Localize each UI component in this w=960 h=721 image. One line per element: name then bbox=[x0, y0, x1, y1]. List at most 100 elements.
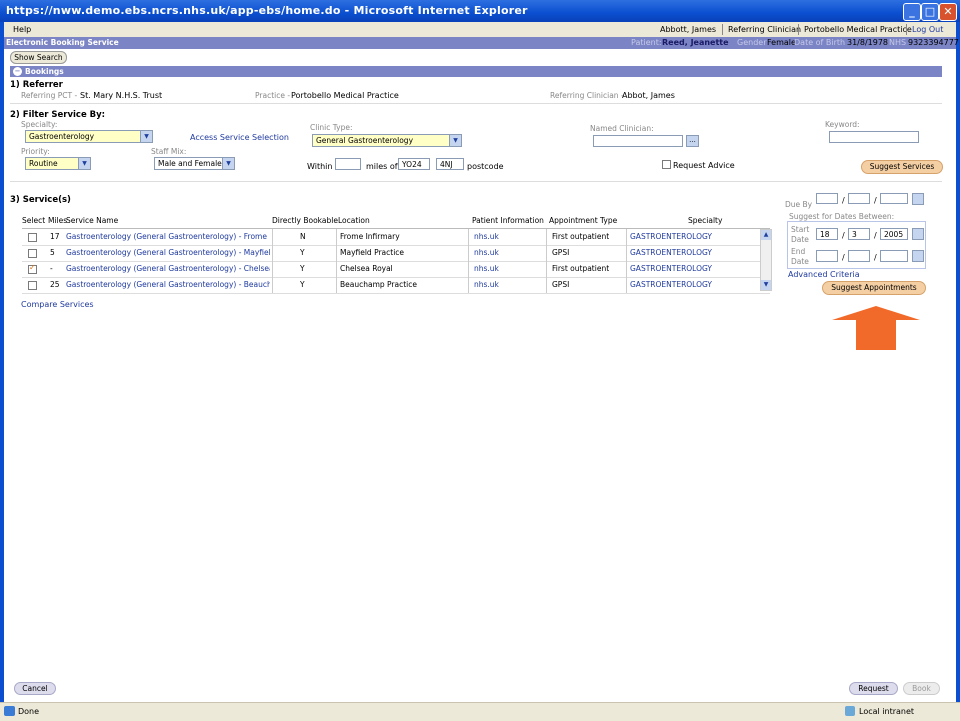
service-name-link[interactable]: Gastroenterology (General Gastroenterolo… bbox=[66, 248, 270, 257]
col-location: Location bbox=[338, 216, 370, 225]
service-name-link[interactable]: Gastroenterology (General Gastroenterolo… bbox=[66, 264, 270, 273]
compare-services-link[interactable]: Compare Services bbox=[21, 300, 94, 309]
column-divider bbox=[336, 277, 337, 293]
patient-bar: Electronic Booking Service Patient: Reed… bbox=[4, 37, 959, 49]
separator bbox=[906, 24, 907, 35]
suggest-services-button[interactable]: Suggest Services bbox=[861, 160, 943, 174]
start-year-input[interactable]: 2005 bbox=[880, 228, 908, 240]
separator bbox=[722, 24, 723, 35]
table-row[interactable]: 5 Gastroenterology (General Gastroenterol… bbox=[22, 245, 770, 262]
help-menu[interactable]: Help bbox=[13, 25, 31, 34]
minimize-button[interactable]: _ bbox=[903, 3, 921, 21]
suggest-appointments-button[interactable]: Suggest Appointments bbox=[822, 281, 926, 295]
gender-label: Gender bbox=[737, 38, 767, 47]
date-slash: / bbox=[874, 231, 877, 240]
end-label-2: Date bbox=[791, 257, 809, 266]
table-row[interactable]: - Gastroenterology (General Gastroenterol… bbox=[22, 261, 770, 278]
service-name-link[interactable]: Gastroenterology (General Gastroenterolo… bbox=[66, 232, 270, 241]
date-slash: / bbox=[874, 196, 877, 205]
staff-mix-select[interactable]: Male and Female ▼ bbox=[154, 157, 235, 170]
bookings-label: Bookings bbox=[25, 67, 64, 76]
scroll-down-icon[interactable]: ▼ bbox=[761, 280, 771, 290]
keyword-label: Keyword: bbox=[825, 120, 860, 129]
table-row[interactable]: 17 Gastroenterology (General Gastroentero… bbox=[22, 229, 770, 246]
due-year-input[interactable] bbox=[880, 193, 908, 204]
specialty-label: Specialty: bbox=[21, 120, 58, 129]
clinic-type-select[interactable]: General Gastroenterology ▼ bbox=[312, 134, 462, 147]
appointment-type-cell: GPSI bbox=[552, 280, 570, 289]
show-search-button[interactable]: Show Search bbox=[10, 51, 67, 64]
clinician-label: Referring Clinician - bbox=[550, 91, 624, 100]
select-checkbox[interactable] bbox=[28, 281, 37, 290]
window-frame-left bbox=[0, 22, 4, 702]
miles-input[interactable] bbox=[335, 158, 361, 170]
postcode-label: postcode bbox=[467, 162, 504, 171]
end-day-input[interactable] bbox=[816, 250, 838, 262]
postcode-part2-input[interactable]: 4NJ bbox=[436, 158, 464, 170]
within-label: Within bbox=[307, 162, 333, 171]
end-month-input[interactable] bbox=[848, 250, 870, 262]
scroll-up-icon[interactable]: ▲ bbox=[761, 230, 771, 240]
chevron-down-icon[interactable]: ▼ bbox=[140, 131, 152, 142]
patient-info-link[interactable]: nhs.uk bbox=[474, 248, 546, 257]
access-service-selection-link[interactable]: Access Service Selection bbox=[190, 133, 289, 142]
priority-select[interactable]: Routine ▼ bbox=[25, 157, 91, 170]
window-title-bar: https://nww.demo.ebs.ncrs.nhs.uk/app-ebs… bbox=[0, 0, 960, 22]
cancel-button[interactable]: Cancel bbox=[14, 682, 56, 695]
table-row[interactable]: 25 Gastroenterology (General Gastroentero… bbox=[22, 277, 770, 294]
start-month-input[interactable]: 3 bbox=[848, 228, 870, 240]
column-divider bbox=[336, 261, 337, 277]
patient-info-link[interactable]: nhs.uk bbox=[474, 280, 546, 289]
logout-link[interactable]: Log Out bbox=[912, 25, 943, 34]
due-month-input[interactable] bbox=[848, 193, 870, 204]
specialty-link[interactable]: GASTROENTEROLOGY bbox=[630, 280, 760, 289]
column-divider bbox=[626, 261, 627, 277]
patient-info-link[interactable]: nhs.uk bbox=[474, 264, 546, 273]
col-service-name: Service Name bbox=[66, 216, 119, 225]
due-day-input[interactable] bbox=[816, 193, 838, 204]
calendar-icon[interactable] bbox=[912, 193, 924, 205]
column-divider bbox=[626, 277, 627, 293]
calendar-icon[interactable] bbox=[912, 228, 924, 240]
start-day-input[interactable]: 18 bbox=[816, 228, 838, 240]
priority-value: Routine bbox=[29, 159, 58, 168]
chevron-down-icon[interactable]: ▼ bbox=[449, 135, 461, 146]
service-name-link[interactable]: Gastroenterology (General Gastroenterolo… bbox=[66, 280, 270, 289]
named-clinician-lookup-button[interactable]: ... bbox=[686, 135, 699, 147]
table-scrollbar[interactable]: ▲ ▼ bbox=[760, 229, 772, 291]
maximize-button[interactable]: □ bbox=[921, 3, 939, 21]
keyword-input[interactable] bbox=[829, 131, 919, 143]
postcode-part1-input[interactable]: YO24 bbox=[398, 158, 430, 170]
patient-name: Reed, Jeanette bbox=[662, 38, 729, 47]
specialty-link[interactable]: GASTROENTEROLOGY bbox=[630, 248, 760, 257]
window-title: https://nww.demo.ebs.ncrs.nhs.uk/app-ebs… bbox=[6, 4, 528, 17]
select-checkbox[interactable] bbox=[28, 233, 37, 242]
advanced-criteria-link[interactable]: Advanced Criteria bbox=[788, 270, 860, 279]
select-checkbox[interactable] bbox=[28, 263, 37, 274]
clinician-value: Abbot, James bbox=[622, 91, 675, 100]
patient-info-link[interactable]: nhs.uk bbox=[474, 232, 546, 241]
appointment-type-cell: First outpatient bbox=[552, 232, 610, 241]
request-advice-checkbox[interactable] bbox=[662, 160, 671, 169]
col-directly-bookable: Directly Bookable bbox=[272, 216, 338, 225]
miles-cell: - bbox=[50, 264, 53, 273]
bookable-cell: Y bbox=[300, 280, 305, 289]
specialty-link[interactable]: GASTROENTEROLOGY bbox=[630, 232, 760, 241]
end-label: End bbox=[791, 247, 806, 256]
named-clinician-input[interactable] bbox=[593, 135, 683, 147]
bookings-header[interactable]: − Bookings bbox=[10, 66, 942, 77]
specialty-link[interactable]: GASTROENTEROLOGY bbox=[630, 264, 760, 273]
select-checkbox[interactable] bbox=[28, 249, 37, 258]
column-divider bbox=[546, 229, 547, 245]
request-button[interactable]: Request bbox=[849, 682, 898, 695]
book-button[interactable]: Book bbox=[903, 682, 940, 695]
close-button[interactable]: ✕ bbox=[939, 3, 957, 21]
chevron-down-icon[interactable]: ▼ bbox=[222, 158, 234, 169]
specialty-select[interactable]: Gastroenterology ▼ bbox=[25, 130, 153, 143]
chevron-down-icon[interactable]: ▼ bbox=[78, 158, 90, 169]
collapse-icon[interactable]: − bbox=[13, 67, 22, 76]
end-year-input[interactable] bbox=[880, 250, 908, 262]
bookable-cell: N bbox=[300, 232, 306, 241]
divider bbox=[10, 181, 942, 182]
calendar-icon[interactable] bbox=[912, 250, 924, 262]
